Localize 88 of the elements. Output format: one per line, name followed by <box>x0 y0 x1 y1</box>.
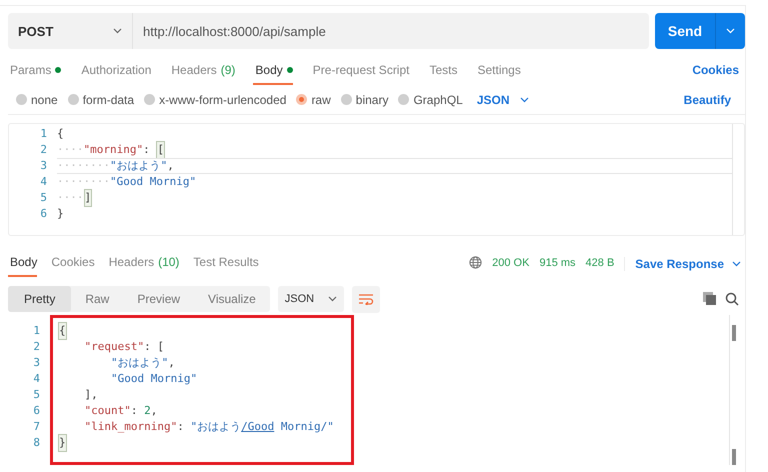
response-time: 915 ms <box>539 257 576 269</box>
cookies-link[interactable]: Cookies <box>692 63 739 77</box>
copy-icon[interactable] <box>703 292 717 306</box>
scrollbar[interactable] <box>729 315 739 465</box>
line-number: 8 <box>32 435 41 451</box>
caret-icon <box>113 28 122 34</box>
json-key: "request" <box>58 339 144 355</box>
line-number: 4 <box>39 174 48 190</box>
request-tab[interactable]: Tests <box>427 63 458 85</box>
link-text[interactable]: /Good <box>241 419 274 435</box>
caret-icon <box>520 96 529 102</box>
line-number: 6 <box>32 403 41 419</box>
line-number: 4 <box>32 371 41 387</box>
caret-icon <box>726 28 735 34</box>
response-tab[interactable]: Test Results <box>191 255 259 277</box>
body-type-radio[interactable]: raw <box>296 92 331 106</box>
format-dropdown[interactable]: JSON <box>476 92 529 106</box>
url-field[interactable]: http://localhost:8000/api/sample <box>133 24 326 38</box>
whitespace-marker: ···· <box>57 142 84 158</box>
beautify-link[interactable]: Beautify <box>684 92 731 106</box>
globe-icon[interactable] <box>469 256 482 269</box>
json-punctuation: , <box>150 403 158 419</box>
matched-bracket: ] <box>84 189 92 207</box>
json-string: "おはよう <box>190 419 242 435</box>
view-mode-tab[interactable]: Raw <box>71 286 124 312</box>
json-punctuation: , <box>167 158 174 174</box>
wrap-lines-icon <box>358 293 374 305</box>
json-number: 2 <box>144 403 151 419</box>
json-punctuation: } <box>57 206 64 222</box>
json-punctuation: { <box>57 126 64 142</box>
response-size: 428 B <box>586 257 614 269</box>
body-type-radio[interactable]: x-www-form-urlencoded <box>144 92 286 106</box>
request-tab[interactable]: Settings <box>476 63 521 85</box>
line-number: 7 <box>32 419 41 435</box>
view-mode-tab[interactable]: Pretty <box>8 286 72 312</box>
send-button[interactable]: Send <box>655 13 745 49</box>
line-number: 2 <box>32 339 41 355</box>
request-tab[interactable]: Body <box>253 63 293 85</box>
json-punctuation: : <box>177 419 185 435</box>
body-type-radio[interactable]: form-data <box>68 92 134 106</box>
method-dropdown[interactable]: POST <box>8 13 133 49</box>
whitespace-marker: ···· <box>57 190 84 206</box>
request-tab[interactable]: Params <box>8 63 62 85</box>
response-format-dropdown[interactable]: JSON <box>278 286 344 312</box>
request-tab[interactable]: Pre-request Script <box>310 63 410 85</box>
matched-bracket: [ <box>156 141 165 159</box>
line-number: 5 <box>32 387 41 403</box>
whitespace-marker: ········ <box>57 158 110 174</box>
body-type-radio[interactable]: GraphQL <box>398 92 463 106</box>
line-number: 2 <box>39 142 48 158</box>
json-string: "Good Mornig" <box>110 371 198 387</box>
search-icon[interactable] <box>725 292 739 306</box>
save-response-button[interactable]: Save Response <box>624 257 745 271</box>
matched-bracket: { <box>58 322 67 340</box>
json-punctuation: : <box>130 403 138 419</box>
json-key: "link_morning" <box>58 419 178 435</box>
json-punctuation: : <box>143 142 151 158</box>
caret-icon <box>328 296 337 302</box>
response-tab[interactable]: Headers (10) <box>106 255 180 277</box>
request-editor[interactable]: 1 2 3 4 5 6 { ····"morning": [ ········"おはよう", ········"Good Mornig" ····] } <box>8 123 745 236</box>
body-type-radio[interactable]: none <box>16 92 58 106</box>
json-punctuation: : [ <box>144 339 164 355</box>
json-key: "count" <box>58 403 131 419</box>
json-string: "おはよう" <box>110 355 168 371</box>
line-number: 5 <box>39 190 48 206</box>
json-punctuation: ], <box>83 387 98 403</box>
status-code: 200 OK <box>492 257 530 269</box>
matched-bracket: } <box>58 434 67 452</box>
line-number: 3 <box>39 158 48 174</box>
line-number: 6 <box>39 206 48 222</box>
view-mode-tab[interactable]: Visualize <box>194 286 270 312</box>
wrap-lines-button[interactable] <box>352 286 380 312</box>
request-tab[interactable]: Headers (9) <box>169 63 236 85</box>
json-key: "morning" <box>84 142 144 158</box>
view-mode-tab[interactable]: Preview <box>123 286 194 312</box>
caret-icon <box>732 261 741 267</box>
whitespace-marker: ········ <box>57 174 110 190</box>
line-number: 1 <box>39 126 48 142</box>
json-string: "おはよう" <box>110 158 168 174</box>
json-string: "Good Mornig" <box>110 174 196 190</box>
body-type-radio[interactable]: binary <box>340 92 388 106</box>
response-tab[interactable]: Cookies <box>49 255 95 277</box>
response-tab[interactable]: Body <box>8 255 38 277</box>
request-tab[interactable]: Authorization <box>79 63 152 85</box>
json-punctuation: , <box>168 355 175 371</box>
json-string: Mornig/" <box>280 419 334 435</box>
line-number: 3 <box>32 355 41 371</box>
line-number: 1 <box>32 323 41 339</box>
